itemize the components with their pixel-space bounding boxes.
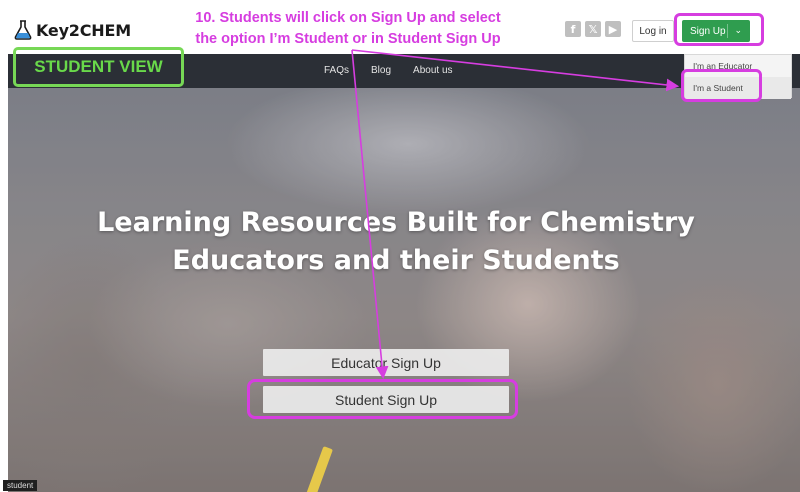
login-button[interactable]: Log in — [632, 20, 674, 42]
logo-text: Key2CHEM — [36, 20, 131, 40]
headline-line-2: Educators and their Students — [172, 245, 620, 276]
instruction-line-2: the option I’m Student or in Student Sig… — [195, 31, 501, 47]
educator-signup-button[interactable]: Educator Sign Up — [263, 349, 509, 376]
hero-section: FAQs Blog About us Learning Resources Bu… — [8, 54, 800, 492]
nav-link-about[interactable]: About us — [413, 65, 452, 76]
x-icon[interactable]: 𝕏 — [585, 21, 601, 37]
flask-icon — [14, 20, 32, 40]
hero-headline: Learning Resources Built for Chemistry E… — [8, 204, 784, 280]
youtube-icon[interactable]: ▶ — [605, 21, 621, 37]
facebook-icon[interactable]: f — [565, 21, 581, 37]
page: Key2CHEM 10. Students will click on Sign… — [0, 0, 800, 492]
instruction-line-1: 10. Students will click on Sign Up and s… — [195, 10, 501, 26]
brand-logo[interactable]: Key2CHEM — [14, 18, 131, 42]
signup-highlight — [674, 13, 764, 46]
nav-link-faqs[interactable]: FAQs — [324, 65, 349, 76]
nav-link-blog[interactable]: Blog — [371, 65, 391, 76]
social-links: f 𝕏 ▶ — [565, 21, 621, 37]
student-view-label: STUDENT VIEW — [34, 57, 163, 76]
headline-line-1: Learning Resources Built for Chemistry — [97, 207, 695, 238]
student-button-highlight — [247, 379, 518, 419]
nav-links: FAQs Blog About us — [324, 65, 453, 76]
pencil-image — [303, 446, 333, 492]
status-tooltip: student — [3, 480, 38, 491]
student-option-highlight — [681, 69, 762, 102]
instruction-text: 10. Students will click on Sign Up and s… — [178, 8, 518, 50]
